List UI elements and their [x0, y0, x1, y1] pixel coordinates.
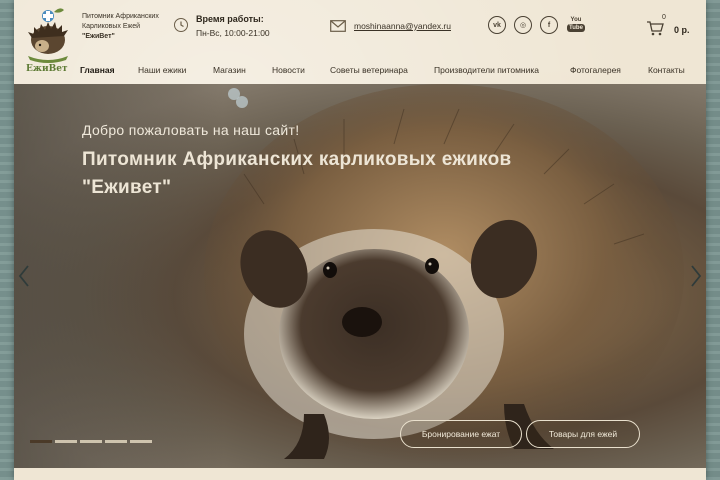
nav-item-breeders[interactable]: Производители питомника	[434, 65, 539, 75]
cart-count: 0	[662, 14, 666, 21]
nav-item-shop[interactable]: Магазин	[213, 65, 246, 75]
instagram-label: ◎	[519, 22, 527, 29]
slider-dot-1[interactable]	[30, 440, 52, 443]
slider-dots	[30, 440, 152, 443]
shopping-cart-icon	[647, 21, 664, 36]
vk-label: vk	[493, 21, 501, 29]
slider-dot-4[interactable]	[105, 440, 127, 443]
working-hours: Время работы: Пн-Вс, 10:00-21:00	[174, 14, 270, 38]
products-button[interactable]: Товары для ежей	[526, 420, 640, 448]
hero-slider: Добро пожаловать на наш сайт! Питомник А…	[14, 84, 706, 470]
email-link[interactable]: moshinaanna@yandex.ru	[354, 21, 451, 31]
facebook-label: f	[547, 21, 551, 29]
nav-item-gallery[interactable]: Фотогалерея	[570, 65, 621, 75]
nav-item-contacts[interactable]: Контакты	[648, 65, 685, 75]
logo-tagline-line1: Питомник Африканских	[82, 13, 159, 20]
cart-total: 0 р.	[674, 25, 690, 35]
slider-dot-5[interactable]	[130, 440, 152, 443]
cart[interactable]: 0 0 р.	[646, 14, 706, 38]
slider-dot-2[interactable]	[55, 440, 77, 443]
hours-title: Время работы:	[196, 14, 264, 24]
logo-tagline-line2: Карликовых Ежей	[82, 23, 141, 30]
clock-icon	[174, 18, 188, 32]
nav-item-vet-tips[interactable]: Советы ветеринара	[330, 65, 408, 75]
nav-item-home[interactable]: Главная	[80, 65, 115, 75]
hero-welcome: Добро пожаловать на наш сайт!	[82, 122, 300, 138]
envelope-icon	[330, 20, 346, 32]
hedgehog-photo	[204, 84, 684, 464]
slider-next-arrow-icon[interactable]	[688, 264, 704, 288]
youtube-label-top: You	[570, 17, 582, 23]
nav-item-news[interactable]: Новости	[272, 65, 305, 75]
page-paper: ЕжиВет Питомник Африканских Карликовых Е…	[14, 0, 706, 480]
logo-tagline: Питомник Африканских Карликовых Ежей "Еж…	[82, 12, 182, 42]
page-bottom-edge	[14, 468, 706, 480]
facebook-icon[interactable]: f	[540, 16, 558, 34]
hero-title: Питомник Африканских карликовых ежиков "…	[82, 146, 642, 202]
social-links: vk ◎ f You Tube	[488, 16, 586, 34]
booking-button[interactable]: Бронирование ежат	[400, 420, 522, 448]
contact-email[interactable]: moshinaanna@yandex.ru	[330, 20, 451, 32]
hero-title-line1: Питомник Африканских карликовых ежиков	[82, 149, 512, 170]
logo-tagline-line3: "ЕжиВет"	[82, 33, 115, 40]
instagram-icon[interactable]: ◎	[514, 16, 532, 34]
hours-value: Пн-Вс, 10:00-21:00	[196, 28, 270, 38]
nav-item-our-hedgehogs[interactable]: Наши ежики	[138, 65, 186, 75]
youtube-icon[interactable]: You Tube	[566, 16, 586, 34]
slider-dot-3[interactable]	[80, 440, 102, 443]
slider-prev-arrow-icon[interactable]	[16, 264, 32, 288]
vk-icon[interactable]: vk	[488, 16, 506, 34]
site-header: ЕжиВет Питомник Африканских Карликовых Е…	[14, 0, 706, 74]
main-nav: Главная Наши ежики Магазин Новости Совет…	[14, 58, 706, 84]
hero-title-line2: "Еживет"	[82, 177, 172, 198]
youtube-label-bottom: Tube	[567, 24, 585, 32]
